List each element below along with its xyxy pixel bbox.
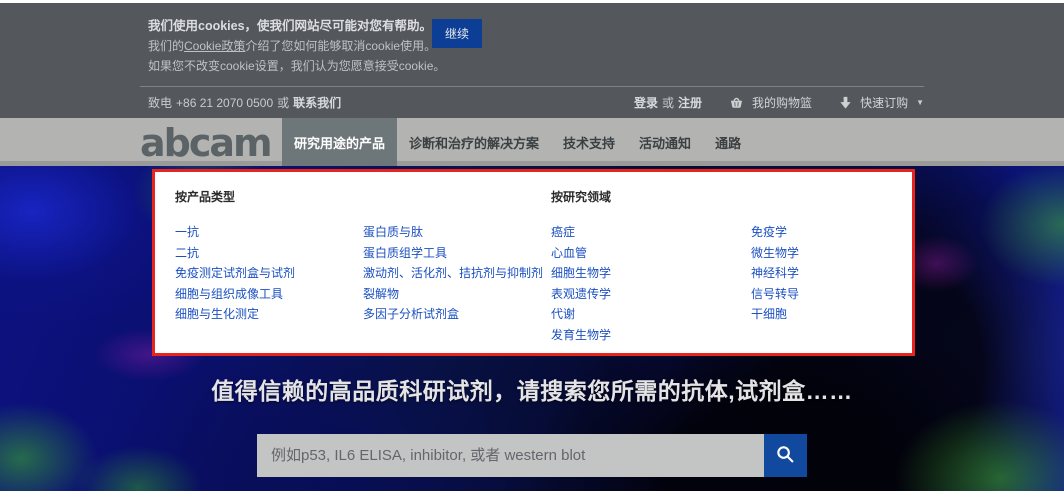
menu-link[interactable]: 表观遗传学 <box>551 284 751 305</box>
hero-heading: 值得信赖的高品质科研试剂，请搜索您所需的抗体,试剂盒…… <box>0 372 1064 406</box>
utility-bar: 致电 +86 21 2070 0500 或 联系我们 登录 或 注册 <box>140 87 924 118</box>
menu-link[interactable]: 细胞生物学 <box>551 263 751 284</box>
call-prefix: 致电 <box>148 94 172 111</box>
menu-link[interactable]: 一抗 <box>175 222 363 243</box>
down-arrow-icon <box>838 95 853 111</box>
nav-item-4[interactable]: 通路 <box>703 118 753 166</box>
menu-link[interactable]: 蛋白质与肽 <box>363 222 551 243</box>
product-links-col2: 蛋白质与肽蛋白质组学工具激动剂、活化剂、拮抗剂与抑制剂裂解物多因子分析试剂盒 <box>363 222 551 345</box>
or-word-2: 或 <box>662 94 674 111</box>
cookie-line2-prefix: 我们的 <box>148 39 184 53</box>
by-product-type-heading: 按产品类型 <box>175 188 551 205</box>
search-icon <box>775 444 796 468</box>
search-input[interactable] <box>257 434 764 477</box>
menu-link[interactable]: 多因子分析试剂盒 <box>363 304 551 325</box>
basket-link[interactable]: 我的购物篮 <box>752 94 812 111</box>
menu-link[interactable]: 干细胞 <box>751 304 912 325</box>
menu-link[interactable]: 神经科学 <box>751 263 912 284</box>
menu-link[interactable]: 微生物学 <box>751 243 912 264</box>
menu-link[interactable]: 发育生物学 <box>551 325 751 346</box>
quick-order-group[interactable]: 快速订购 ▼ <box>838 94 924 111</box>
menu-link[interactable]: 癌症 <box>551 222 751 243</box>
cookie-policy-line: 我们的Cookie政策介绍了您如何能够取消cookie使用。 <box>148 36 924 56</box>
top-banner: 我们使用cookies，使我们网站尽可能对您有帮助。 我们的Cookie政策介绍… <box>0 3 1064 118</box>
nav-item-0[interactable]: 研究用途的产品 <box>282 118 397 171</box>
cookie-line2-suffix: 介绍了您如何能够取消cookie使用。 <box>245 39 436 53</box>
nav-menu: 研究用途的产品诊断和治疗的解决方案技术支持活动通知通路 <box>282 118 753 166</box>
or-word: 或 <box>277 94 289 111</box>
account-links: 登录 或 注册 我的购物篮 <box>634 94 924 111</box>
page: 我们使用cookies，使我们网站尽可能对您有帮助。 我们的Cookie政策介绍… <box>0 0 1064 486</box>
basket-icon <box>728 94 745 111</box>
menu-link[interactable]: 二抗 <box>175 243 363 264</box>
research-links-col2: 免疫学微生物学神经科学信号转导干细胞 <box>751 222 912 345</box>
menu-link[interactable]: 细胞与组织成像工具 <box>175 284 363 305</box>
main-nav: abcam 研究用途的产品诊断和治疗的解决方案技术支持活动通知通路 <box>0 118 1064 166</box>
hero-section: 按产品类型 按研究领域 一抗二抗免疫测定试剂盒与试剂细胞与组织成像工具细胞与生化… <box>0 166 1064 491</box>
cookie-title: 我们使用cookies，使我们网站尽可能对您有帮助。 <box>148 16 924 36</box>
nav-item-2[interactable]: 技术支持 <box>551 118 627 166</box>
menu-link[interactable]: 蛋白质组学工具 <box>363 243 551 264</box>
research-links-col1: 癌症心血管细胞生物学表观遗传学代谢发育生物学 <box>551 222 751 345</box>
cookie-continue-button[interactable]: 继续 <box>432 19 482 48</box>
contact-us-link[interactable]: 联系我们 <box>293 94 341 111</box>
by-research-area-heading: 按研究领域 <box>551 188 912 205</box>
cookie-banner: 我们使用cookies，使我们网站尽可能对您有帮助。 我们的Cookie政策介绍… <box>140 3 924 87</box>
products-mega-menu: 按产品类型 按研究领域 一抗二抗免疫测定试剂盒与试剂细胞与组织成像工具细胞与生化… <box>152 169 915 356</box>
menu-link[interactable]: 激动剂、活化剂、拮抗剂与抑制剂 <box>363 263 551 284</box>
basket-group[interactable]: 我的购物篮 <box>728 94 812 111</box>
cookie-policy-link[interactable]: Cookie政策 <box>184 39 245 53</box>
quick-order-link[interactable]: 快速订购 <box>860 94 908 111</box>
menu-link[interactable]: 心血管 <box>551 243 751 264</box>
nav-item-1[interactable]: 诊断和治疗的解决方案 <box>397 118 551 166</box>
search-button[interactable] <box>764 434 807 477</box>
login-link[interactable]: 登录 <box>634 94 658 111</box>
register-link[interactable]: 注册 <box>678 94 702 111</box>
menu-link[interactable]: 信号转导 <box>751 284 912 305</box>
menu-link[interactable]: 裂解物 <box>363 284 551 305</box>
abcam-logo[interactable]: abcam <box>140 118 282 166</box>
search-bar <box>257 434 807 477</box>
menu-link[interactable]: 免疫学 <box>751 222 912 243</box>
chevron-down-icon: ▼ <box>916 98 924 107</box>
menu-link[interactable]: 免疫测定试剂盒与试剂 <box>175 263 363 284</box>
product-links-col1: 一抗二抗免疫测定试剂盒与试剂细胞与组织成像工具细胞与生化测定 <box>175 222 363 345</box>
phone-number: +86 21 2070 0500 <box>176 96 273 110</box>
login-register-group: 登录 或 注册 <box>634 94 702 111</box>
cookie-line3: 如果您不改变cookie设置，我们认为您愿意接受cookie。 <box>148 56 924 76</box>
nav-item-3[interactable]: 活动通知 <box>627 118 703 166</box>
menu-link[interactable]: 细胞与生化测定 <box>175 304 363 325</box>
phone-line: 致电 +86 21 2070 0500 或 联系我们 <box>148 94 345 111</box>
menu-link[interactable]: 代谢 <box>551 304 751 325</box>
